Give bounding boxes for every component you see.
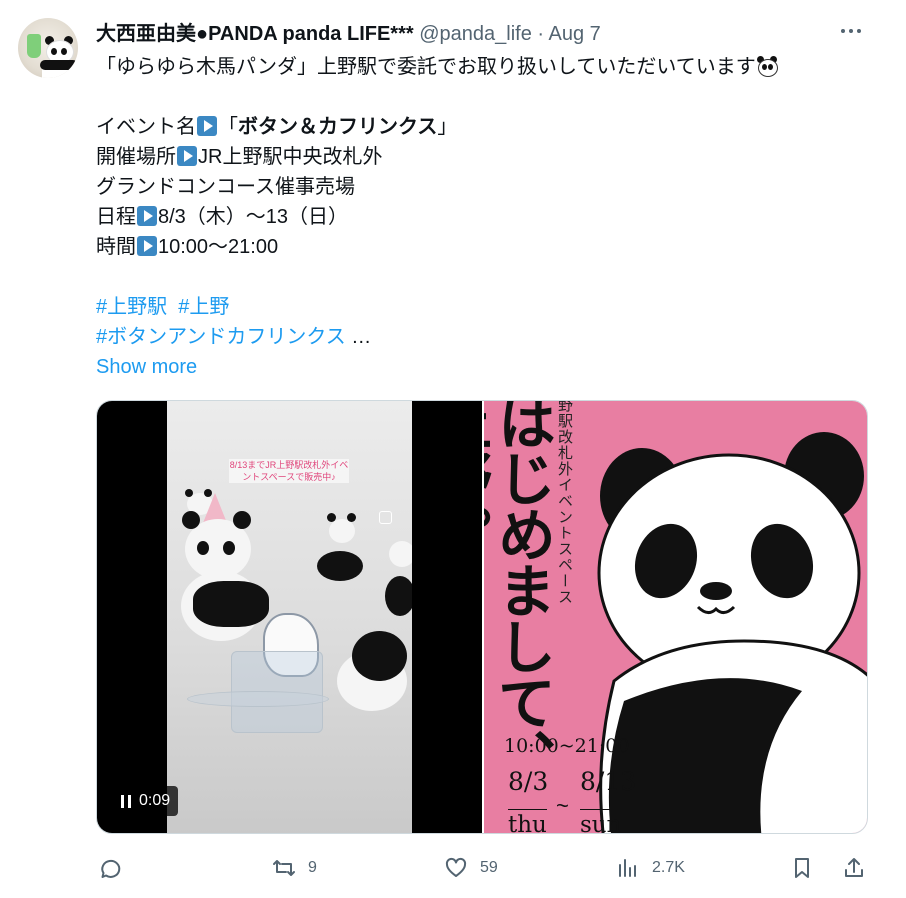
intro-text: 「ゆらゆら木馬パンダ」上野駅で委託でお取り扱いしていただいています	[96, 56, 756, 78]
video-player[interactable]: 8/13までJR上野駅改札外イベントスペースで販売中♪ 0:09	[97, 401, 482, 833]
poster-time: 10:00~21:00	[504, 735, 630, 757]
poster-tilde: ~	[556, 793, 569, 818]
line-venue2: グランドコンコース催事売場	[96, 172, 778, 202]
views-icon	[619, 859, 636, 877]
poster-image[interactable]: はじめまして、上野。 野駅改札外イベントスペース 10:00~21:00 8/3…	[484, 401, 867, 833]
line-time: 時間 10:00〜21:00	[96, 232, 778, 262]
retweet-count: 9	[308, 859, 317, 876]
tweet-date[interactable]: Aug 7	[549, 23, 601, 45]
video-frame[interactable]: 8/13までJR上野駅改札外イベントスペースで販売中♪	[167, 401, 412, 833]
video-time: 0:09	[139, 792, 171, 809]
venue-label: 開催場所	[96, 146, 176, 168]
views-count: 2.7K	[652, 859, 685, 876]
panda-emoji-icon	[756, 56, 778, 77]
video-overlay-text: 8/13までJR上野駅改札外イベントスペースで販売中♪	[229, 459, 349, 483]
event-name: ボタン＆カフリンクス	[238, 116, 438, 138]
retweet-button[interactable]: 9	[272, 848, 317, 888]
like-button[interactable]: 59	[444, 848, 498, 888]
action-bar: 9 59 2.7K	[96, 848, 868, 888]
line-schedule: 日程 8/3（木）〜13（日）	[96, 202, 778, 232]
bookmark-icon	[795, 858, 809, 878]
video-time-pill[interactable]: 0:09	[113, 786, 179, 816]
play-arrow-icon	[137, 236, 157, 256]
show-more-link[interactable]: Show more	[96, 356, 197, 378]
reply-button[interactable]	[98, 848, 134, 888]
retweet-icon	[273, 860, 295, 876]
pause-icon[interactable]	[121, 794, 131, 808]
bookmark-button[interactable]	[790, 848, 814, 888]
venue-detail: グランドコンコース催事売場	[96, 176, 355, 198]
user-handle[interactable]: @panda_life	[419, 23, 532, 45]
hashtag-link[interactable]: #上野駅	[96, 296, 167, 318]
hashtag-link[interactable]: #ボタンアンドカフリンクス	[96, 326, 346, 348]
hashtag-link[interactable]: #上野	[178, 296, 229, 318]
reply-icon	[101, 859, 121, 878]
event-name-close: 」	[437, 116, 458, 138]
like-count: 59	[480, 859, 498, 876]
time-value: 10:00〜21:00	[158, 236, 279, 258]
line-event: イベント名 「ボタン＆カフリンクス」	[96, 112, 778, 142]
media-grid: 8/13までJR上野駅改札外イベントスペースで販売中♪ 0:09 はじめまして、…	[96, 400, 868, 834]
event-label: イベント名	[96, 116, 196, 138]
views-button[interactable]: 2.7K	[616, 848, 685, 888]
schedule-label: 日程	[96, 206, 136, 228]
like-icon	[445, 857, 467, 877]
instagram-icon	[379, 511, 392, 524]
line-venue: 開催場所 JR上野駅中央改札外	[96, 142, 778, 172]
time-label: 時間	[96, 236, 136, 258]
more-icon[interactable]	[834, 14, 868, 48]
ellipsis: …	[345, 326, 372, 348]
share-button[interactable]	[842, 848, 866, 888]
line-intro: 「ゆらゆら木馬パンダ」上野駅で委託でお取り扱いしていただいています	[96, 52, 778, 82]
play-arrow-icon	[197, 116, 217, 136]
venue-value: JR上野駅中央改札外	[198, 146, 383, 168]
display-name[interactable]: 大西亜由美●PANDA panda LIFE***	[96, 23, 414, 45]
event-name-open: 「	[218, 116, 238, 138]
play-arrow-icon	[137, 206, 157, 226]
poster-end-date: 8/13	[580, 767, 637, 796]
poster-start-day: thu	[508, 809, 547, 833]
share-icon	[845, 858, 863, 877]
line-hashtags: #上野駅 #上野	[96, 292, 778, 322]
separator-dot: ·	[537, 23, 545, 45]
poster-end-day: sun	[580, 809, 622, 833]
play-arrow-icon	[177, 146, 197, 166]
schedule-value: 8/3（木）〜13（日）	[158, 206, 349, 228]
line-hashtags-2: #ボタンアンドカフリンクス …	[96, 322, 778, 352]
tweet-body: 「ゆらゆら木馬パンダ」上野駅で委託でお取り扱いしていただいています イベント名「…	[96, 52, 778, 382]
tweet-header: 大西亜由美●PANDA panda LIFE*** @panda_life · …	[96, 20, 601, 48]
profile-avatar[interactable]	[18, 18, 78, 78]
poster-start-date: 8/3	[508, 767, 549, 796]
